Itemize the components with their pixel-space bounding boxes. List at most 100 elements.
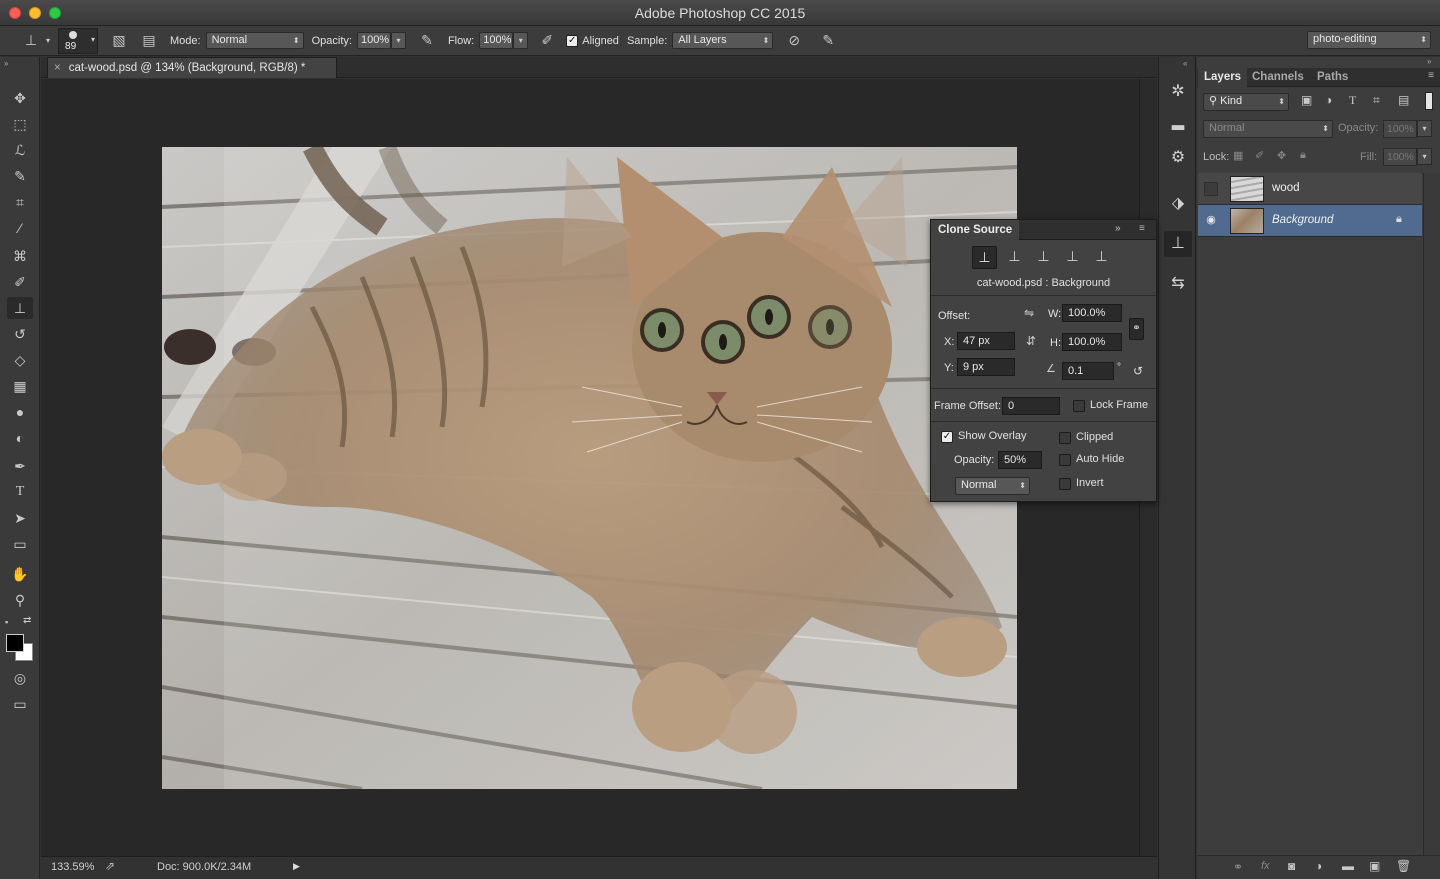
y-offset-field[interactable]: 9 px: [957, 358, 1015, 376]
tab-paths[interactable]: Paths: [1311, 68, 1354, 87]
filter-type-icon[interactable]: T: [1349, 93, 1356, 108]
foreground-color-swatch[interactable]: [6, 634, 24, 652]
histogram-panel-icon[interactable]: ▂: [1164, 109, 1192, 135]
clone-source-panel-header[interactable]: Clone Source » ≡: [931, 220, 1156, 240]
clone-stamp-icon[interactable]: ⊥: [7, 297, 33, 319]
brush-panel-toggle-icon[interactable]: ▧: [108, 32, 130, 49]
eraser-icon[interactable]: ◇: [7, 349, 33, 371]
document-canvas-image[interactable]: [162, 147, 1017, 789]
layer-filter-select[interactable]: ⚲ Kind ⬍: [1203, 93, 1289, 111]
screen-mode-icon[interactable]: ▭: [7, 693, 33, 715]
clone-source-slot-5[interactable]: ⊥: [1089, 246, 1114, 269]
clone-source-slot-4[interactable]: ⊥: [1060, 246, 1085, 269]
clipped-checkbox[interactable]: [1059, 432, 1071, 444]
blur-icon[interactable]: ●: [7, 401, 33, 423]
sample-select[interactable]: All Layers ⬍: [672, 32, 774, 49]
history-brush-icon[interactable]: ↺: [7, 323, 33, 345]
path-select-icon[interactable]: ➤: [7, 507, 33, 529]
zoom-level[interactable]: 133.59%: [51, 861, 94, 873]
add-mask-icon[interactable]: ◙: [1288, 859, 1295, 873]
width-scale-field[interactable]: 100.0%: [1062, 304, 1122, 322]
lock-frame-checkbox[interactable]: [1073, 400, 1085, 412]
history-panel-icon[interactable]: ⇆: [1164, 271, 1192, 297]
layer-row-wood[interactable]: wood: [1198, 173, 1422, 205]
marquee-icon[interactable]: ⬚: [7, 113, 33, 135]
clone-source-panel-toggle-icon[interactable]: ▤: [138, 32, 160, 49]
clone-source-panel-icon[interactable]: ⊥: [1164, 231, 1192, 257]
status-menu-arrow-icon[interactable]: ▶: [293, 861, 300, 872]
show-overlay-checkbox[interactable]: ✓: [941, 431, 953, 443]
pressure-opacity-icon[interactable]: ✎: [414, 32, 440, 49]
lock-all-icon[interactable]: 🔒︎: [1300, 149, 1306, 162]
clone-stamp-tool-preset-icon[interactable]: ⊥: [16, 32, 46, 49]
eye-icon[interactable]: ◉: [1204, 214, 1218, 228]
brush-icon[interactable]: ✐: [7, 271, 33, 293]
overlay-opacity-field[interactable]: 50%: [998, 451, 1042, 469]
type-icon[interactable]: T: [7, 481, 33, 503]
filter-adjustment-icon[interactable]: ◑: [1325, 93, 1332, 107]
layer-opacity-slider-button[interactable]: ▾: [1417, 120, 1432, 137]
quick-select-icon[interactable]: ✎: [7, 165, 33, 187]
mode-select[interactable]: Normal ⬍: [205, 32, 304, 49]
new-group-icon[interactable]: ▬: [1342, 859, 1354, 873]
flip-horizontal-icon[interactable]: ⇋: [1024, 306, 1034, 320]
filter-shape-icon[interactable]: ⌗: [1373, 93, 1380, 108]
lock-transparent-pixels-icon[interactable]: ▦: [1233, 149, 1243, 162]
dock-collapse-icon[interactable]: «: [1183, 59, 1187, 68]
auto-hide-checkbox[interactable]: [1059, 454, 1071, 466]
clone-source-slot-2[interactable]: ⊥: [1002, 246, 1027, 269]
brush-size-picker[interactable]: 89 ▾: [58, 27, 99, 54]
lock-image-pixels-icon[interactable]: ✐: [1255, 149, 1264, 162]
layers-panel-menu-icon[interactable]: ≡: [1428, 70, 1434, 81]
document-tab[interactable]: × cat-wood.psd @ 134% (Background, RGB/8)…: [47, 57, 337, 78]
crop-icon[interactable]: ⌗: [7, 191, 33, 213]
layer-visibility-toggle-wood[interactable]: [1204, 182, 1218, 196]
maintain-aspect-ratio-icon[interactable]: ⚭: [1129, 318, 1144, 340]
layer-blend-mode-select[interactable]: Normal ⬍: [1203, 120, 1333, 138]
rectangle-icon[interactable]: ▭: [7, 533, 33, 555]
aligned-checkbox[interactable]: ✓: [566, 34, 579, 47]
x-offset-field[interactable]: 47 px: [957, 332, 1015, 350]
pressure-size-icon[interactable]: ✎: [817, 32, 839, 49]
zoom-icon[interactable]: ⚲: [7, 589, 33, 611]
fill-slider-button[interactable]: ▾: [1417, 148, 1432, 165]
gradient-icon[interactable]: ▦: [7, 375, 33, 397]
rotation-field[interactable]: 0.1: [1062, 362, 1114, 380]
filter-pixel-icon[interactable]: ▣: [1301, 93, 1312, 107]
workspace-select[interactable]: photo-editing ⬍: [1307, 31, 1431, 49]
tool-preset-dropdown-arrow[interactable]: ▾: [46, 36, 50, 45]
filter-smart-object-icon[interactable]: ▤: [1398, 93, 1409, 107]
layer-style-icon[interactable]: fx: [1261, 860, 1270, 872]
pen-icon[interactable]: ✒: [7, 455, 33, 477]
export-icon[interactable]: ⇗: [105, 859, 115, 873]
toolbar-collapse-icon[interactable]: »: [4, 59, 8, 68]
panel-menu-icon[interactable]: ≡: [1139, 223, 1145, 234]
height-scale-field[interactable]: 100.0%: [1062, 333, 1122, 351]
ignore-adjustment-layers-icon[interactable]: ⊘: [783, 32, 805, 49]
brush-presets-panel-icon[interactable]: ⬗: [1164, 191, 1192, 217]
frame-offset-field[interactable]: 0: [1002, 397, 1060, 415]
default-colors-icon[interactable]: ▪: [5, 617, 8, 627]
adjustment-layer-icon[interactable]: ◑: [1315, 859, 1322, 873]
opacity-field[interactable]: 100%: [356, 32, 391, 49]
reset-transform-icon[interactable]: ↺: [1133, 364, 1143, 378]
link-layers-icon[interactable]: ⚭: [1233, 860, 1243, 874]
invert-checkbox[interactable]: [1059, 478, 1071, 490]
flip-vertical-icon[interactable]: ⇵: [1026, 334, 1036, 348]
airbrush-icon[interactable]: ✐: [534, 32, 560, 49]
clone-source-slot-3[interactable]: ⊥: [1031, 246, 1056, 269]
overlay-blend-mode-select[interactable]: Normal ⬍: [955, 477, 1030, 495]
lasso-icon[interactable]: ℒ: [7, 139, 33, 161]
layers-panel-collapse-icon[interactable]: »: [1427, 57, 1431, 66]
flow-field[interactable]: 100%: [479, 32, 514, 49]
tab-layers[interactable]: Layers: [1198, 68, 1248, 87]
tab-channels[interactable]: Channels: [1246, 68, 1310, 87]
move-icon[interactable]: ✥: [7, 87, 33, 109]
new-layer-icon[interactable]: ▣: [1369, 859, 1380, 873]
rotation-angle-icon[interactable]: ∠: [1046, 362, 1056, 375]
lock-position-icon[interactable]: ✥: [1277, 149, 1286, 162]
eyedropper-icon[interactable]: ⁄: [7, 217, 33, 239]
filter-toggle-switch[interactable]: [1425, 92, 1433, 110]
quick-mask-icon[interactable]: ◎: [7, 667, 33, 689]
delete-layer-icon[interactable]: 🗑︎: [1396, 859, 1411, 873]
